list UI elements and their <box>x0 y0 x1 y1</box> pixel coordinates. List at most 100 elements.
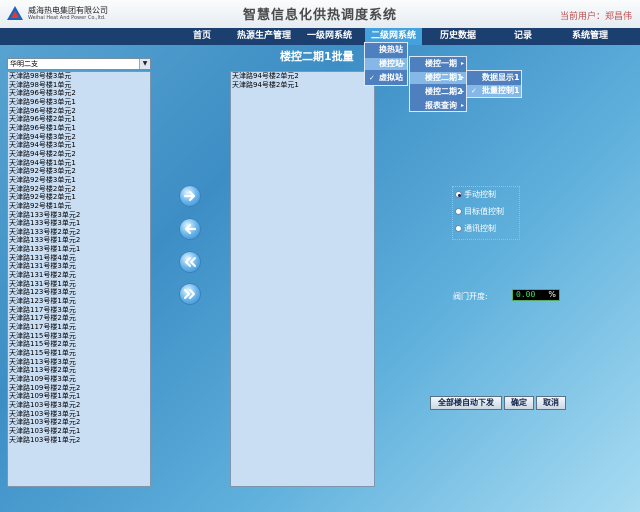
list-item[interactable]: 天津路92号楼2单元1 <box>8 193 150 202</box>
radio-manual-control[interactable]: 手动控制 <box>455 189 496 201</box>
current-user: 当前用户：郑昌伟 <box>559 12 632 22</box>
list-item[interactable]: 天津路123号楼3单元 <box>8 288 150 297</box>
control-mode-group: 手动控制 目标值控制 通讯控制 <box>452 186 520 240</box>
list-item[interactable]: 天津路96号楼2单元1 <box>8 115 150 124</box>
list-item[interactable]: 天津路92号楼1单元 <box>8 202 150 211</box>
list-item[interactable]: 天津路117号楼2单元 <box>8 314 150 323</box>
menu-item-label: 换热站 <box>379 45 403 54</box>
list-item[interactable]: 天津路92号楼2单元2 <box>8 185 150 194</box>
menu-item-exchange-station[interactable]: 换热站 <box>365 44 407 56</box>
radio-label: 手动控制 <box>464 190 496 199</box>
nav-heat-source[interactable]: 热源生产管理 <box>237 28 291 45</box>
menu-item-data-display[interactable]: 数据显示1 <box>467 72 521 84</box>
menu-item-label: 楼控站 <box>379 59 403 68</box>
menu-item-label: 楼控二期2 <box>425 87 463 96</box>
list-item[interactable]: 天津路109号楼3单元 <box>8 375 150 384</box>
radio-dot[interactable] <box>455 191 462 198</box>
menu-item-label: 楼控二期1 <box>425 73 463 82</box>
list-item[interactable]: 天津路92号楼3单元2 <box>8 167 150 176</box>
double-arrow-left-icon[interactable] <box>179 251 201 273</box>
list-item[interactable]: 天津路133号楼1单元1 <box>8 245 150 254</box>
menu-item-label: 报表查询 <box>425 101 457 110</box>
auto-issue-all-button[interactable]: 全部楼自动下发 <box>430 396 502 410</box>
list-item[interactable]: 天津路96号楼1单元1 <box>8 124 150 133</box>
double-arrow-right-icon[interactable] <box>179 283 201 305</box>
submenu-arrow-icon: ▸ <box>460 74 464 81</box>
menu-item-batch-control[interactable]: ✓ 批量控制1 <box>467 85 521 97</box>
nav-primary-network[interactable]: 一级网系统 <box>307 28 352 45</box>
list-item[interactable]: 天津路103号楼1单元2 <box>8 436 150 445</box>
selected-buildings-list[interactable]: 天津路94号楼2单元2 天津路94号楼2单元1 <box>230 71 375 487</box>
list-item[interactable]: 天津路96号楼3单元2 <box>8 89 150 98</box>
phase2-submenu: 数据显示1 ✓ 批量控制1 <box>466 70 522 98</box>
list-item[interactable]: 天津路133号楼3单元1 <box>8 219 150 228</box>
nav-records[interactable]: 记录 <box>514 28 532 45</box>
list-item[interactable]: 天津路115号楼2单元 <box>8 340 150 349</box>
menu-item-phase1[interactable]: 楼控一期 ▸ <box>410 58 466 70</box>
list-item[interactable]: 天津路94号楼2单元2 <box>231 72 374 81</box>
list-item[interactable]: 天津路115号楼1单元 <box>8 349 150 358</box>
check-icon: ✓ <box>471 87 477 95</box>
arrow-left-icon[interactable] <box>179 218 201 240</box>
list-item[interactable]: 天津路94号楼3单元1 <box>8 141 150 150</box>
list-item[interactable]: 天津路92号楼3单元1 <box>8 176 150 185</box>
menu-item-virtual-station[interactable]: ✓ 虚拟站 <box>365 72 407 84</box>
radio-dot[interactable] <box>455 225 462 232</box>
list-item[interactable]: 天津路94号楼1单元1 <box>8 159 150 168</box>
menu-item-building-control[interactable]: 楼控站 ▸ <box>365 58 407 70</box>
list-item[interactable]: 天津路109号楼2单元2 <box>8 384 150 393</box>
cancel-button[interactable]: 取消 <box>536 396 566 410</box>
list-item[interactable]: 天津路98号楼1单元 <box>8 81 150 90</box>
menu-item-label: 批量控制1 <box>482 86 520 95</box>
list-item[interactable]: 天津路98号楼3单元 <box>8 72 150 81</box>
branch-select-value: 华明二支 <box>10 60 38 68</box>
secondary-network-menu: 换热站 楼控站 ▸ ✓ 虚拟站 <box>364 42 408 86</box>
list-item[interactable]: 天津路117号楼1单元 <box>8 323 150 332</box>
valve-opening-input[interactable]: 0.00 % <box>512 289 560 301</box>
list-item[interactable]: 天津路94号楼3单元2 <box>8 133 150 142</box>
list-item[interactable]: 天津路123号楼1单元 <box>8 297 150 306</box>
chevron-down-icon[interactable]: ▼ <box>139 59 150 69</box>
radio-comm-control[interactable]: 通讯控制 <box>455 223 496 235</box>
list-item[interactable]: 天津路103号楼3单元2 <box>8 401 150 410</box>
nav-history[interactable]: 历史数据 <box>440 28 476 45</box>
menu-item-report-query[interactable]: 报表查询 ▸ <box>410 100 466 112</box>
list-item[interactable]: 天津路94号楼2单元2 <box>8 150 150 159</box>
nav-home[interactable]: 首页 <box>193 28 211 45</box>
list-item[interactable]: 天津路94号楼2单元1 <box>231 81 374 90</box>
valve-opening-label: 阀门开度: <box>453 292 488 301</box>
menu-item-phase2-2[interactable]: 楼控二期2 ▸ <box>410 86 466 98</box>
valve-opening-value: 0.00 <box>516 290 536 299</box>
submenu-arrow-icon: ▸ <box>460 88 464 95</box>
list-item[interactable]: 天津路103号楼2单元2 <box>8 418 150 427</box>
main-nav: 首页 热源生产管理 一级网系统 二级网系统 历史数据 记录 系统管理 <box>0 28 640 45</box>
nav-system-admin[interactable]: 系统管理 <box>572 28 608 45</box>
radio-label: 通讯控制 <box>464 224 496 233</box>
list-item[interactable]: 天津路103号楼3单元1 <box>8 410 150 419</box>
menu-item-label: 楼控一期 <box>425 59 457 68</box>
app-header: 威海热电集团有限公司 Weihai Heat And Power Co.,ltd… <box>0 0 640 29</box>
check-icon: ✓ <box>369 74 375 82</box>
list-item[interactable]: 天津路96号楼3单元1 <box>8 98 150 107</box>
list-item[interactable]: 天津路133号楼1单元2 <box>8 236 150 245</box>
confirm-button[interactable]: 确定 <box>504 396 534 410</box>
menu-item-label: 虚拟站 <box>379 73 403 82</box>
submenu-arrow-icon: ▸ <box>401 60 405 67</box>
list-item[interactable]: 天津路109号楼1单元1 <box>8 392 150 401</box>
system-title: 智慧信息化供热调度系统 <box>242 8 397 23</box>
list-item[interactable]: 天津路131号楼3单元 <box>8 262 150 271</box>
arrow-right-icon[interactable] <box>179 185 201 207</box>
list-item[interactable]: 天津路131号楼2单元 <box>8 271 150 280</box>
radio-dot[interactable] <box>455 208 462 215</box>
list-item[interactable]: 天津路133号楼3单元2 <box>8 211 150 220</box>
branch-select[interactable]: 华明二支 ▼ <box>7 58 151 70</box>
list-item[interactable]: 天津路96号楼2单元2 <box>8 107 150 116</box>
list-item[interactable]: 天津路113号楼3单元 <box>8 358 150 367</box>
list-item[interactable]: 天津路113号楼2单元 <box>8 366 150 375</box>
submenu-arrow-icon: ▸ <box>460 102 464 109</box>
radio-target-control[interactable]: 目标值控制 <box>455 206 504 218</box>
radio-label: 目标值控制 <box>464 207 504 216</box>
available-buildings-list[interactable]: 天津路98号楼3单元 天津路98号楼1单元 天津路96号楼3单元2 天津路96号楼3单… <box>7 71 151 487</box>
list-item[interactable]: 天津路103号楼2单元1 <box>8 427 150 436</box>
menu-item-phase2-1[interactable]: 楼控二期1 ▸ <box>410 72 466 84</box>
